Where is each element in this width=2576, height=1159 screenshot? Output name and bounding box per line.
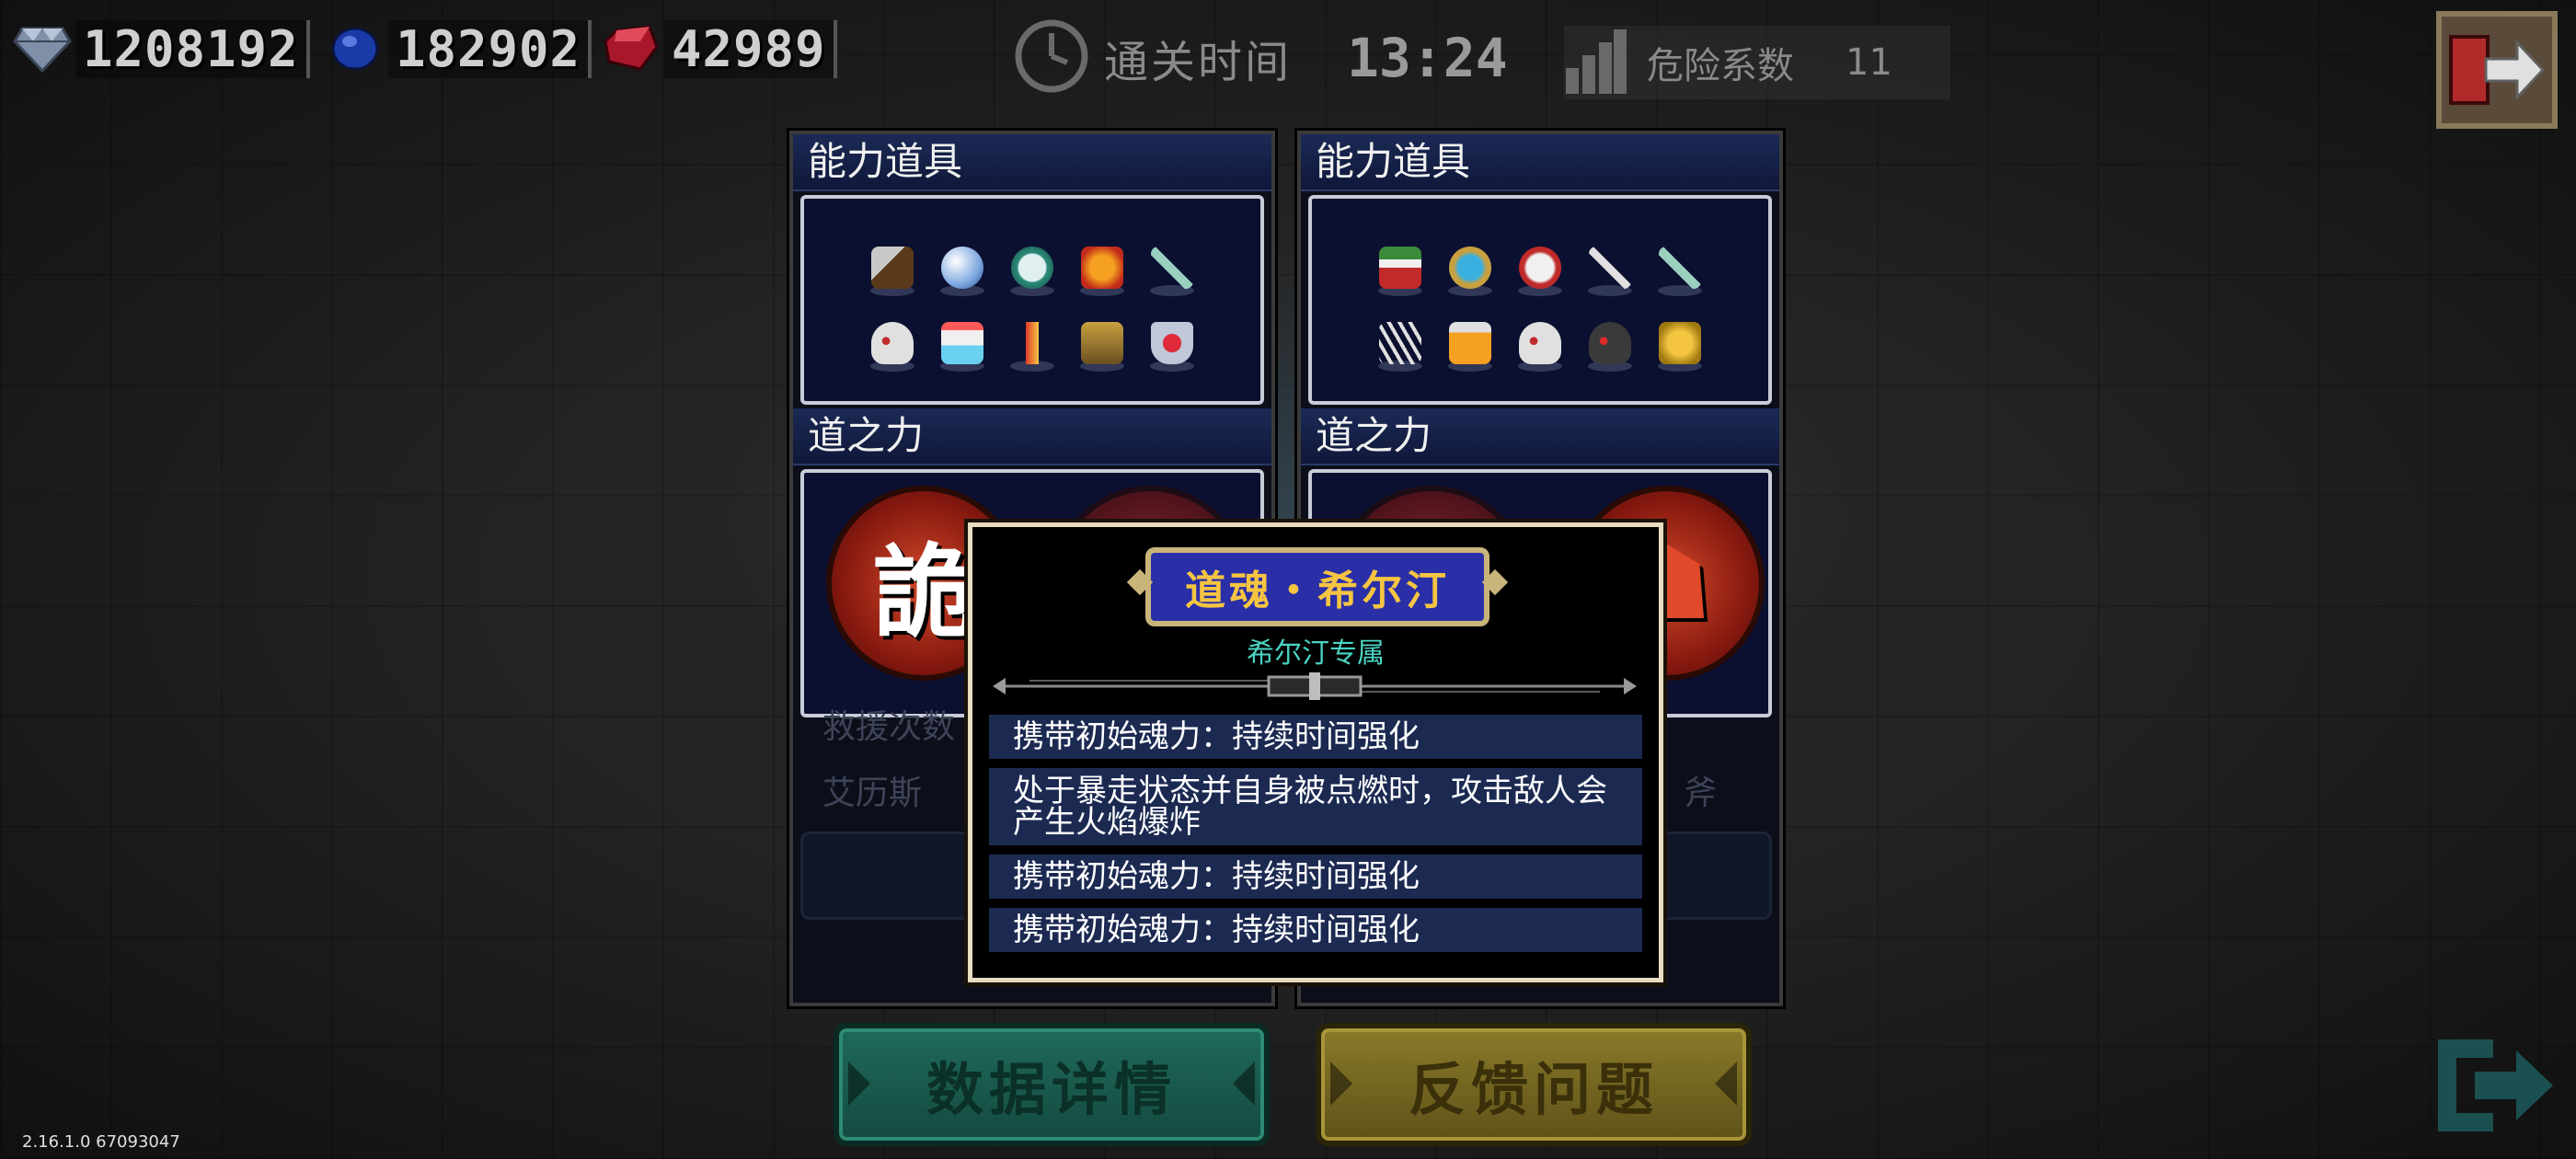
danger-level-value: 11 (1846, 41, 1892, 84)
clear-time: 通关时间 13:24 (1012, 18, 1508, 98)
danger-level: 危险系数 11 (1564, 26, 1950, 99)
clear-time-value: 13:24 (1347, 27, 1508, 89)
ruby-icon (598, 19, 664, 78)
sundae-icon[interactable] (927, 302, 997, 373)
data-details-button[interactable]: 数据详情 (834, 1023, 1270, 1146)
gem-counter: 1208192 (9, 17, 310, 81)
skull-icon[interactable] (1505, 302, 1575, 373)
scythe-icon[interactable] (1645, 226, 1715, 298)
arrow-right-icon (1715, 1061, 1737, 1106)
clock-icon (1012, 17, 1091, 99)
ornament-divider (993, 672, 1637, 700)
bottle-icon[interactable] (1435, 302, 1505, 373)
items-grid (800, 195, 1264, 405)
drum-icon[interactable] (1505, 226, 1575, 298)
crystal-ball-icon[interactable] (927, 226, 997, 298)
ruby-counter: 42989 (598, 17, 837, 81)
dark-skull-icon[interactable] (1575, 302, 1645, 373)
sapphire-icon (322, 19, 388, 78)
power-title: 道之力 (793, 408, 1271, 465)
arrow-left-icon (1330, 1061, 1352, 1106)
arrow-right-icon (1233, 1061, 1255, 1106)
potion-icon[interactable] (1365, 226, 1435, 298)
claws-icon[interactable] (1365, 302, 1435, 373)
sapphire-count: 182902 (388, 19, 592, 78)
signal-bars-icon (1564, 26, 1628, 99)
clear-time-label: 通关时间 (1104, 37, 1293, 88)
tooltip-line: 处于暴走状态并自身被点燃时，攻击敌人会产生火焰爆炸 (989, 768, 1642, 845)
heart-shield-icon[interactable] (1137, 302, 1207, 373)
ruby-count: 42989 (664, 19, 837, 78)
tooltip-line: 携带初始魂力：持续时间强化 (989, 855, 1642, 899)
tooltip-line: 携带初始魂力：持续时间强化 (989, 715, 1642, 759)
exit-button[interactable] (2429, 1030, 2558, 1141)
items-title: 能力道具 (1301, 134, 1779, 191)
gem-count: 1208192 (75, 19, 310, 78)
feedback-label: 反馈问题 (1408, 1056, 1659, 1123)
tooltip-line: 携带初始魂力：持续时间强化 (989, 908, 1642, 952)
diamond-icon (9, 19, 75, 78)
arrow-left-icon (848, 1061, 870, 1106)
exit-arrow-icon (2438, 1039, 2553, 1131)
sapphire-counter: 182902 (322, 17, 592, 81)
danger-level-label: 危险系数 (1647, 45, 1794, 87)
tooltip-lines: 携带初始魂力：持续时间强化 处于暴走状态并自身被点燃时，攻击敌人会产生火焰爆炸 … (989, 715, 1642, 961)
seahorse-staff-icon[interactable] (997, 302, 1067, 373)
items-grid (1308, 195, 1772, 405)
globe-icon[interactable] (1435, 226, 1505, 298)
golden-wings-icon[interactable] (1645, 302, 1715, 373)
scythe-icon[interactable] (1137, 226, 1207, 298)
feedback-button[interactable]: 反馈问题 (1316, 1023, 1752, 1146)
version-label: 2.16.1.0 67093047 (22, 1132, 180, 1152)
lion-mask-icon[interactable] (1067, 226, 1137, 298)
exit-arrow-icon (2449, 35, 2545, 105)
stopwatch-icon[interactable] (997, 226, 1067, 298)
sword-icon[interactable] (1575, 226, 1645, 298)
armor-icon[interactable] (1067, 302, 1137, 373)
skull-icon[interactable] (857, 302, 927, 373)
items-title: 能力道具 (793, 134, 1271, 191)
data-details-label: 数据详情 (926, 1056, 1177, 1123)
back-button[interactable] (2436, 11, 2558, 129)
tooltip-subtitle: 希尔汀专属 (1247, 637, 1385, 670)
soul-tooltip: 道魂・希尔汀 希尔汀专属 携带初始魂力：持续时间强化 处于暴走状态并自身被点燃时… (968, 522, 1663, 982)
axe-icon[interactable] (857, 226, 927, 298)
power-title: 道之力 (1301, 408, 1779, 465)
tooltip-title: 道魂・希尔汀 (1145, 547, 1489, 626)
